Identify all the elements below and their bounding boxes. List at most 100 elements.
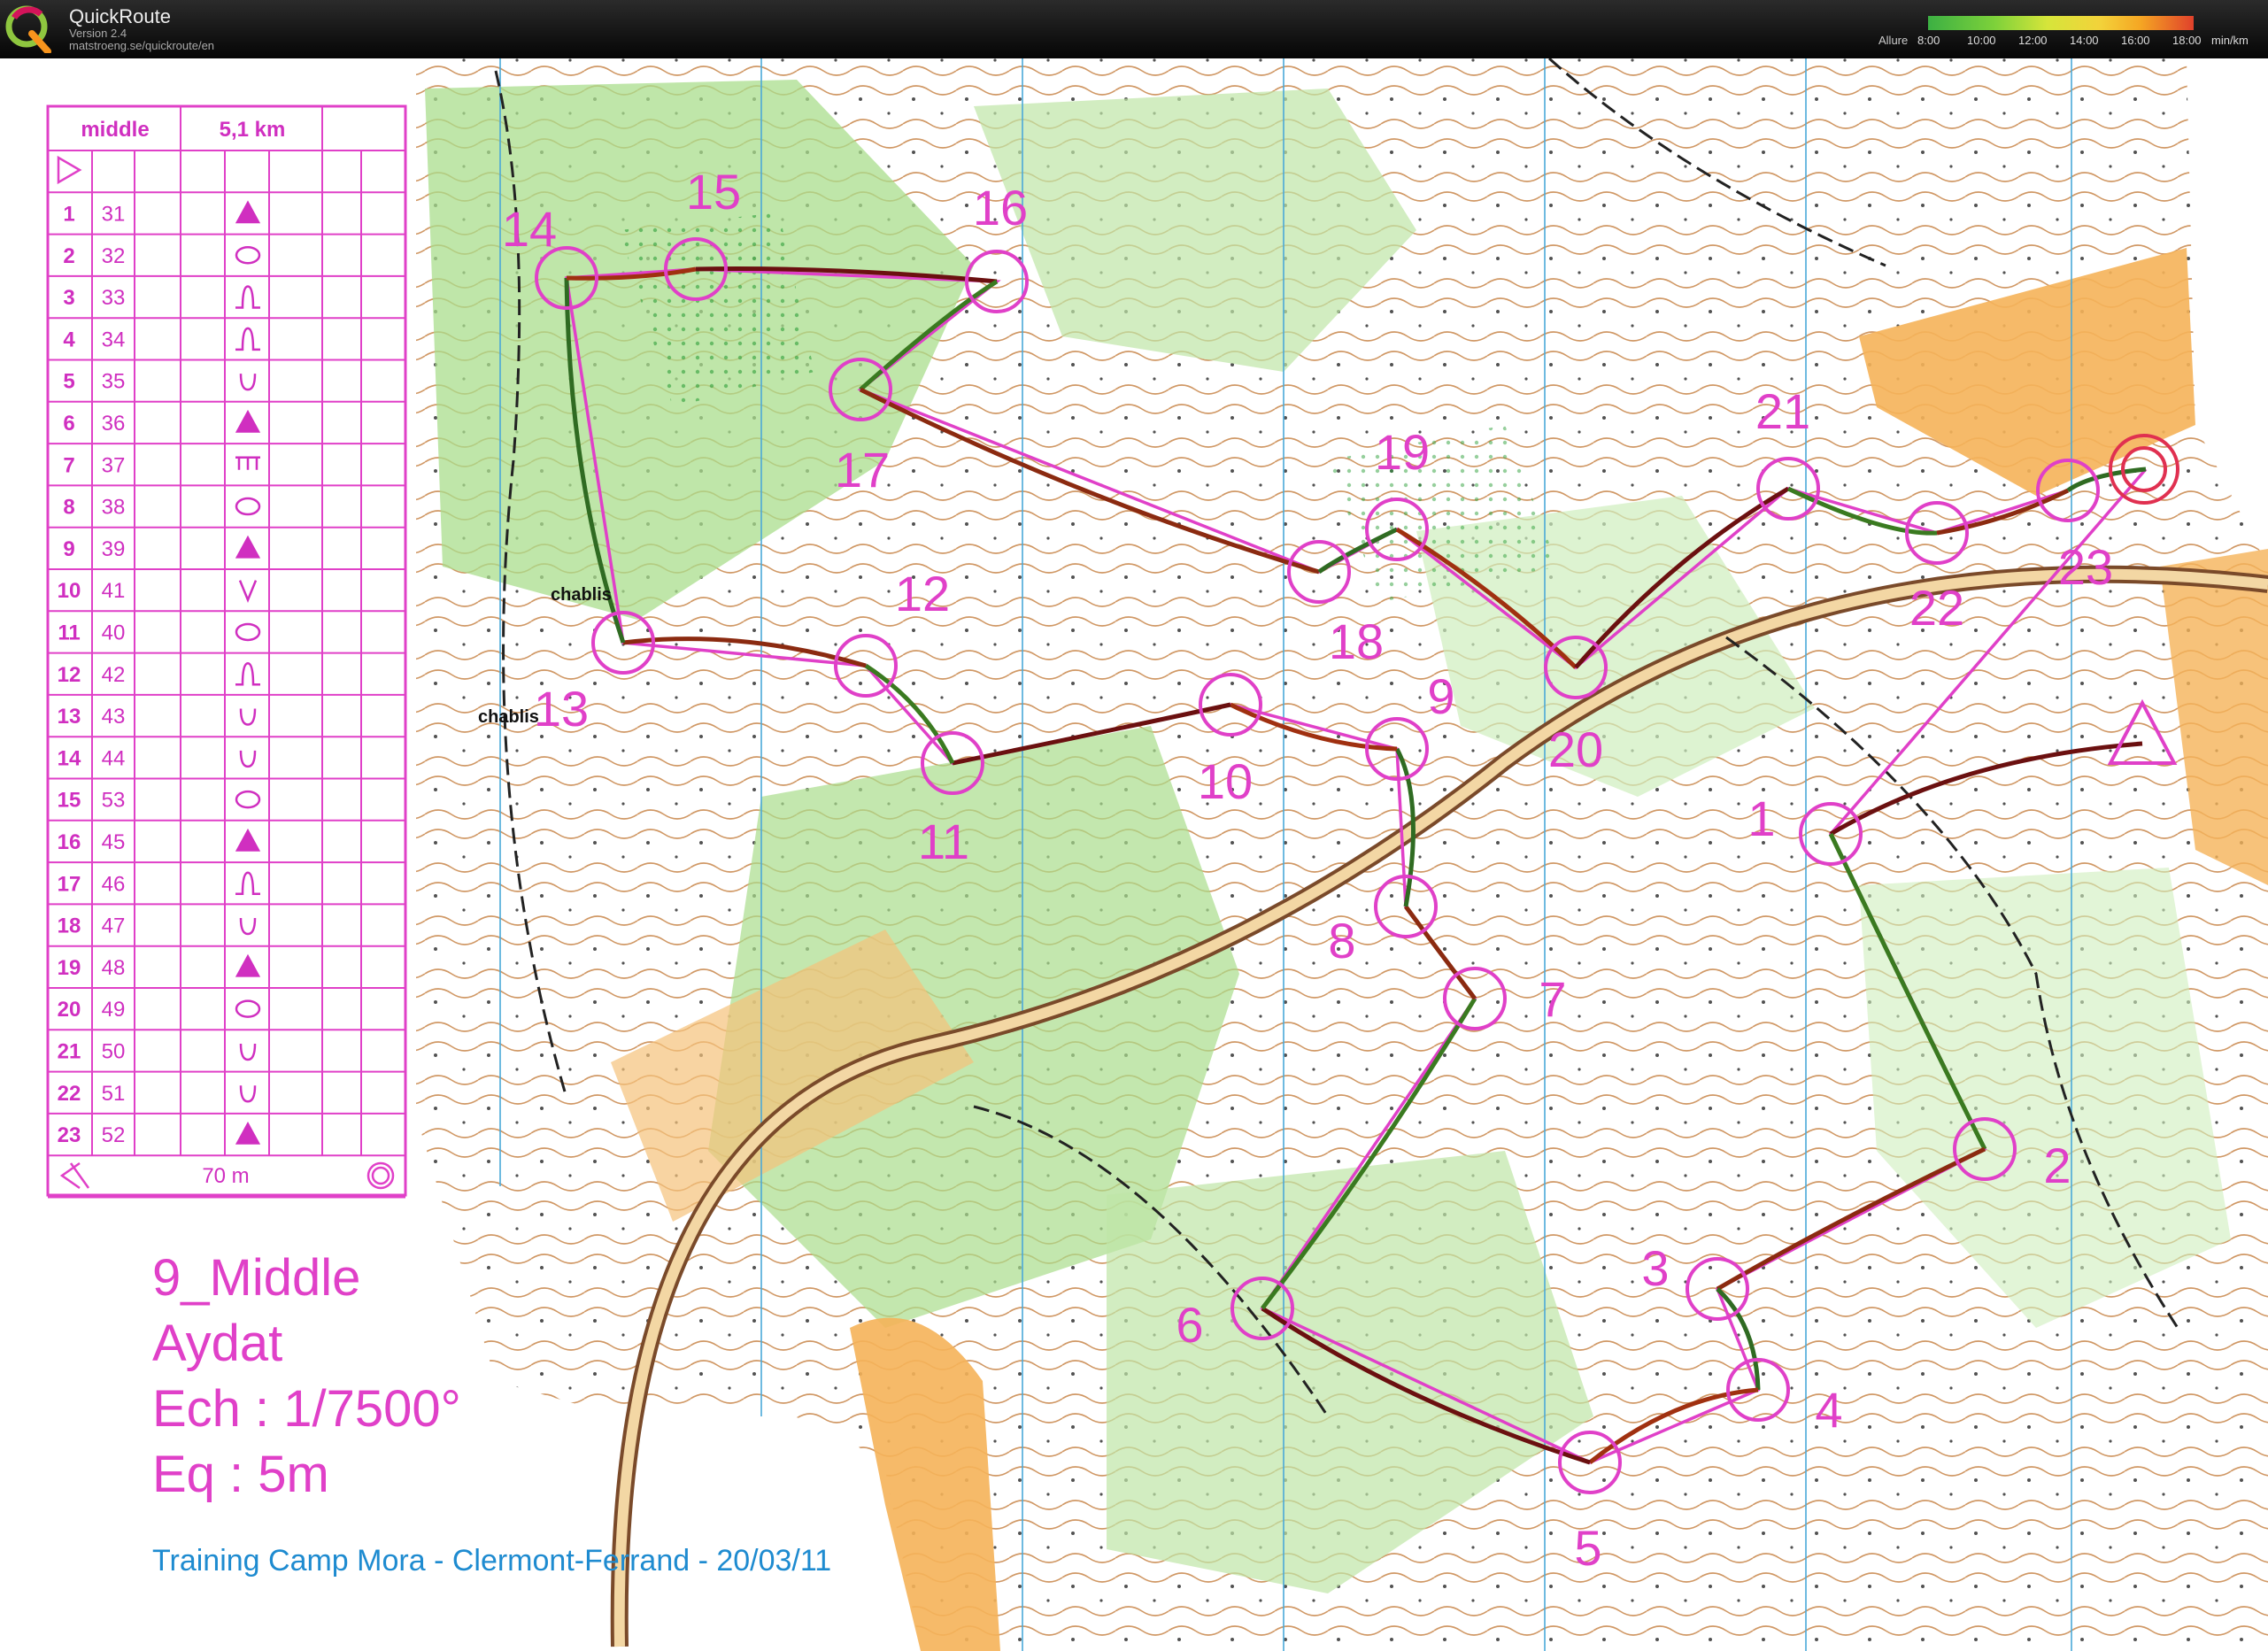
place-label-chablis-1: chablis xyxy=(551,585,612,605)
desc-row-code: 34 xyxy=(102,328,126,351)
desc-row-number: 9 xyxy=(63,537,74,561)
desc-row-code: 52 xyxy=(102,1123,126,1147)
control-number-14: 14 xyxy=(502,201,557,257)
desc-row-code: 49 xyxy=(102,998,126,1022)
control-number-13: 13 xyxy=(534,681,589,737)
pace-tick-2: 12:00 xyxy=(2018,34,2048,47)
control-number-23: 23 xyxy=(2058,539,2113,595)
desc-row-number: 21 xyxy=(58,1039,81,1063)
desc-symbol-tri-icon xyxy=(235,828,261,852)
pace-legend-label: Allure xyxy=(1878,34,1909,47)
start-triangle-icon xyxy=(57,155,82,185)
pace-gradient-bar xyxy=(1928,16,2194,30)
desc-symbol-cup-icon xyxy=(239,1085,257,1103)
desc-row-number: 8 xyxy=(63,496,74,520)
desc-row-number: 14 xyxy=(58,746,81,770)
app-title-bar: QuickRoute Version 2.4 matstroeng.se/qui… xyxy=(0,0,2268,58)
control-number-6: 6 xyxy=(1176,1297,1203,1353)
desc-row-number: 5 xyxy=(63,370,74,394)
control-number-9: 9 xyxy=(1427,668,1454,724)
control-descriptions: middle 5,1 km 1 312 323 334 345 356 367 378 389 3… xyxy=(46,104,407,1199)
desc-row-number: 12 xyxy=(58,663,81,687)
desc-row-number: 22 xyxy=(58,1082,81,1106)
desc-row-code: 48 xyxy=(102,956,126,980)
desc-row-code: 35 xyxy=(102,370,126,394)
control-number-21: 21 xyxy=(1755,383,1810,439)
finish-circles-icon xyxy=(366,1161,395,1190)
desc-row-code: 42 xyxy=(102,663,126,687)
desc-row-code: 39 xyxy=(102,537,126,561)
desc-row-number: 10 xyxy=(58,579,81,603)
desc-symbol-comb-icon xyxy=(235,456,260,470)
desc-symbol-tri-icon xyxy=(235,953,261,977)
desc-row-number: 3 xyxy=(63,286,74,310)
course-length: 5,1 km xyxy=(220,118,286,142)
app-url: matstroeng.se/quickroute/en xyxy=(69,39,215,52)
desc-row-code: 40 xyxy=(102,621,126,644)
desc-row-number: 18 xyxy=(58,914,81,938)
desc-row-number: 1 xyxy=(63,202,74,226)
desc-row-number: 2 xyxy=(63,244,74,268)
app-version: Version 2.4 xyxy=(69,27,127,40)
map-scale: Ech : 1/7500° xyxy=(152,1380,461,1438)
desc-symbol-oval-dash-icon xyxy=(235,999,261,1018)
control-number-22: 22 xyxy=(1909,580,1964,636)
desc-symbol-oval-dash-icon xyxy=(235,246,261,265)
desc-row-number: 17 xyxy=(58,872,81,896)
desc-row-number: 15 xyxy=(58,789,81,813)
map-title: 9_Middle xyxy=(152,1249,361,1307)
desc-row-code: 45 xyxy=(102,830,126,854)
desc-symbol-knoll-icon xyxy=(235,285,260,309)
desc-row-number: 13 xyxy=(58,705,81,729)
desc-row-code: 41 xyxy=(102,579,126,603)
pace-tick-5: 18:00 xyxy=(2172,34,2202,47)
pace-tick-0: 8:00 xyxy=(1917,34,1940,47)
desc-row-code: 38 xyxy=(102,496,126,520)
desc-row-code: 53 xyxy=(102,789,126,813)
desc-row-code: 46 xyxy=(102,872,126,896)
desc-row-code: 31 xyxy=(102,202,126,226)
desc-symbol-cup-icon xyxy=(239,374,257,391)
desc-symbol-tri-icon xyxy=(235,535,261,559)
control-number-7: 7 xyxy=(1539,971,1566,1027)
desc-symbol-knoll-icon xyxy=(235,871,260,895)
control-number-19: 19 xyxy=(1375,424,1430,480)
app-name: QuickRoute xyxy=(69,5,171,27)
control-number-18: 18 xyxy=(1329,613,1384,669)
control-number-12: 12 xyxy=(895,566,950,621)
place-label-chablis-2: chablis xyxy=(478,707,539,727)
desc-row-number: 23 xyxy=(58,1123,81,1147)
desc-symbol-knoll-icon xyxy=(235,661,260,686)
desc-row-code: 33 xyxy=(102,286,126,310)
desc-symbol-oval-dash-icon xyxy=(235,497,261,516)
desc-symbol-tri-icon xyxy=(235,409,261,433)
map-equidistance: Eq : 5m xyxy=(152,1446,329,1503)
control-number-3: 3 xyxy=(1641,1240,1669,1296)
control-number-10: 10 xyxy=(1198,753,1253,809)
pace-tick-1: 10:00 xyxy=(1967,34,1996,47)
desc-row-code: 32 xyxy=(102,244,126,268)
desc-symbol-oval-icon xyxy=(235,622,261,642)
desc-symbol-tri-icon xyxy=(235,1121,261,1145)
control-number-5: 5 xyxy=(1574,1520,1601,1576)
pace-tick-4: 16:00 xyxy=(2121,34,2150,47)
desc-row-number: 20 xyxy=(58,998,81,1022)
control-number-16: 16 xyxy=(973,180,1028,235)
control-number-8: 8 xyxy=(1328,913,1355,968)
desc-row-number: 11 xyxy=(58,621,80,644)
desc-symbol-cup-icon xyxy=(239,708,257,726)
control-number-4: 4 xyxy=(1815,1382,1842,1438)
control-number-11: 11 xyxy=(918,814,969,869)
desc-symbol-cup-icon xyxy=(239,1043,257,1061)
desc-row-number: 16 xyxy=(58,830,81,854)
control-number-2: 2 xyxy=(2043,1138,2071,1193)
desc-symbol-vee-icon xyxy=(238,580,258,603)
pace-unit: min/km xyxy=(2211,34,2249,47)
desc-row-code: 37 xyxy=(102,453,126,477)
finish-arrow-icon xyxy=(59,1161,90,1190)
control-number-1: 1 xyxy=(1747,791,1775,846)
desc-symbol-cup-icon xyxy=(239,750,257,768)
desc-row-code: 47 xyxy=(102,914,126,938)
desc-row-code: 50 xyxy=(102,1039,126,1063)
desc-row-code: 43 xyxy=(102,705,126,729)
